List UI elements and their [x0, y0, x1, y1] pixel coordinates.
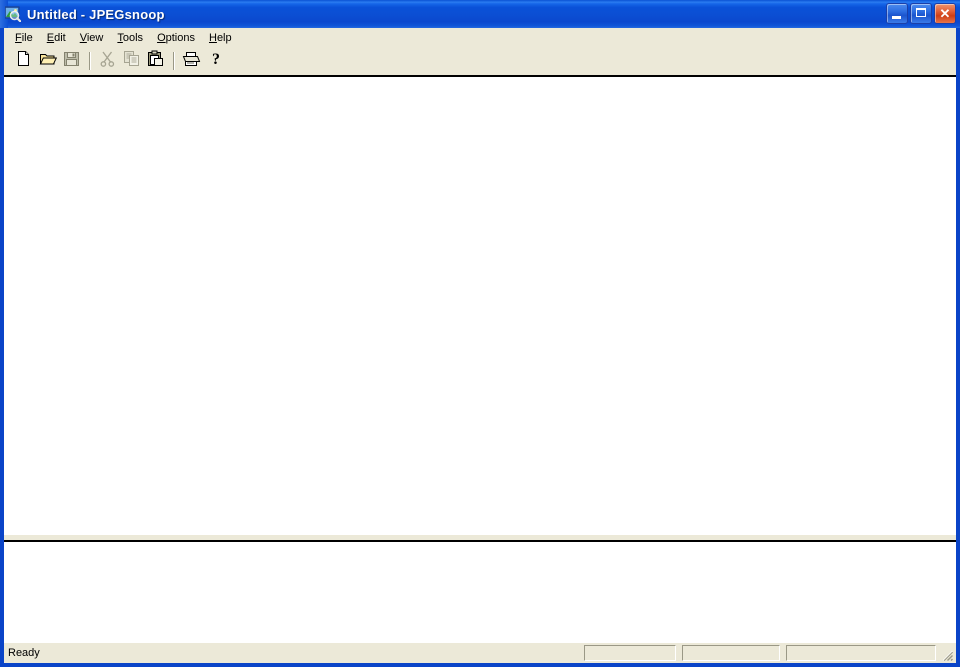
- maximize-icon: [916, 8, 926, 17]
- help-icon: ?: [209, 50, 223, 72]
- cut-button[interactable]: [96, 50, 119, 72]
- menu-item-tools[interactable]: Tools: [110, 30, 150, 47]
- paste-icon: [147, 50, 164, 72]
- log-output-pane[interactable]: [4, 542, 956, 643]
- minimize-button[interactable]: [886, 3, 908, 24]
- svg-text:?: ?: [212, 51, 220, 67]
- print-button[interactable]: [180, 50, 203, 72]
- cut-icon: [100, 50, 115, 72]
- status-message: Ready: [8, 647, 40, 659]
- copy-icon: [123, 50, 140, 72]
- status-bar: Ready: [4, 643, 956, 663]
- status-panel-1: [584, 645, 676, 661]
- application-window: Untitled - JPEGsnoop ✕ File Edit View To…: [0, 0, 960, 667]
- title-bar[interactable]: Untitled - JPEGsnoop ✕: [0, 0, 960, 28]
- menu-item-help[interactable]: Help: [202, 30, 239, 47]
- toolbar: ?: [4, 48, 956, 75]
- help-button[interactable]: ?: [204, 50, 227, 72]
- new-icon: [15, 50, 32, 72]
- menu-item-options[interactable]: Options: [150, 30, 202, 47]
- toolbar-separator-2: [173, 52, 175, 70]
- window-controls: ✕: [886, 3, 956, 24]
- toolbar-separator-1: [89, 52, 91, 70]
- close-icon: ✕: [939, 6, 951, 21]
- resize-grip[interactable]: [940, 648, 954, 662]
- menu-item-view[interactable]: View: [73, 30, 111, 47]
- window-title: Untitled - JPEGsnoop: [27, 6, 165, 22]
- paste-button[interactable]: [144, 50, 167, 72]
- save-icon: [63, 50, 80, 72]
- close-button[interactable]: ✕: [934, 3, 956, 24]
- save-button[interactable]: [60, 50, 83, 72]
- status-panel-group: [584, 645, 936, 661]
- jpegsnoop-app-icon[interactable]: [4, 6, 22, 23]
- new-button[interactable]: [12, 50, 35, 72]
- open-icon: [39, 50, 57, 72]
- pane-splitter[interactable]: [4, 535, 956, 542]
- status-panel-2: [682, 645, 780, 661]
- maximize-button[interactable]: [910, 3, 932, 24]
- open-button[interactable]: [36, 50, 59, 72]
- minimize-icon: [892, 16, 901, 19]
- menu-bar: File Edit View Tools Options Help: [4, 28, 956, 48]
- copy-button[interactable]: [120, 50, 143, 72]
- image-preview-pane[interactable]: [4, 77, 956, 535]
- print-icon: [182, 50, 201, 72]
- status-panel-3: [786, 645, 936, 661]
- menu-item-edit[interactable]: Edit: [40, 30, 73, 47]
- menu-item-file[interactable]: File: [8, 30, 40, 47]
